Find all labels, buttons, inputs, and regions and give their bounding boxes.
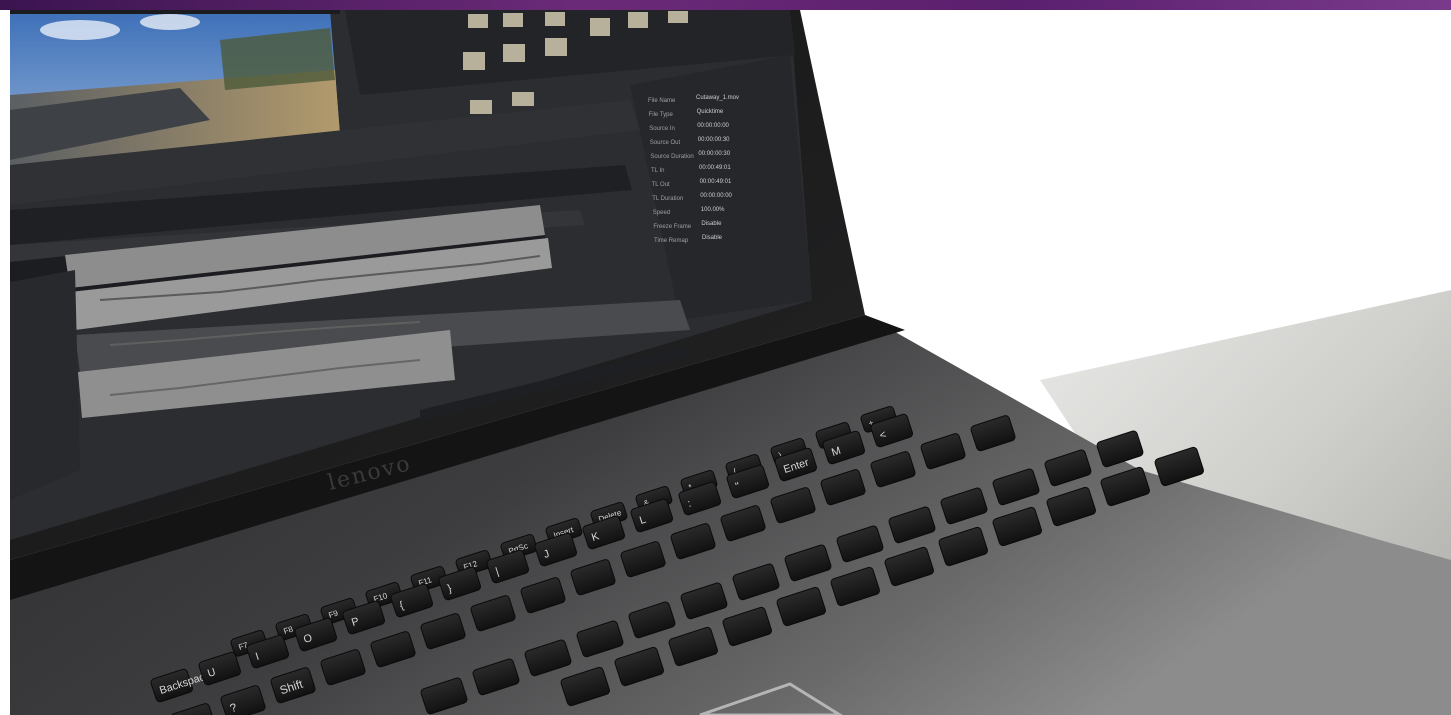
property-value: 00:00:00:30 (698, 151, 730, 157)
property-name: Speed (653, 210, 670, 216)
property-name: File Name (648, 98, 676, 104)
property-value: 00:00:00:30 (698, 137, 730, 143)
track-headers (10, 270, 80, 500)
property-value: 00:00:00:00 (697, 123, 729, 129)
property-value: Cutaway_1.mov (696, 95, 739, 101)
property-name: Time Remap (654, 238, 689, 244)
property-name: Source Out (650, 140, 681, 146)
property-name: Freeze Frame (653, 224, 691, 230)
laptop-illustration: File Name Cutaway_1.mov File Type Quicktime… (10, 10, 1451, 715)
property-value: Quicktime (697, 109, 724, 115)
image-margin (0, 10, 10, 715)
property-name: TL Duration (652, 196, 683, 202)
property-value: 00:00:49:01 (699, 165, 731, 171)
property-value: 00:00:49:01 (700, 179, 732, 185)
property-value: Disable (701, 221, 722, 227)
property-value: Disable (702, 235, 723, 241)
laptop-photo: File Name Cutaway_1.mov File Type Quicktime… (0, 0, 1451, 715)
property-name: TL Out (652, 182, 670, 188)
property-value: 100.00% (701, 207, 725, 213)
property-name: TL In (651, 168, 664, 174)
property-name: Source Duration (650, 154, 693, 160)
property-name: File Type (649, 112, 674, 118)
property-name: Source In (649, 126, 675, 132)
property-value: 00:00:00:00 (700, 193, 732, 199)
